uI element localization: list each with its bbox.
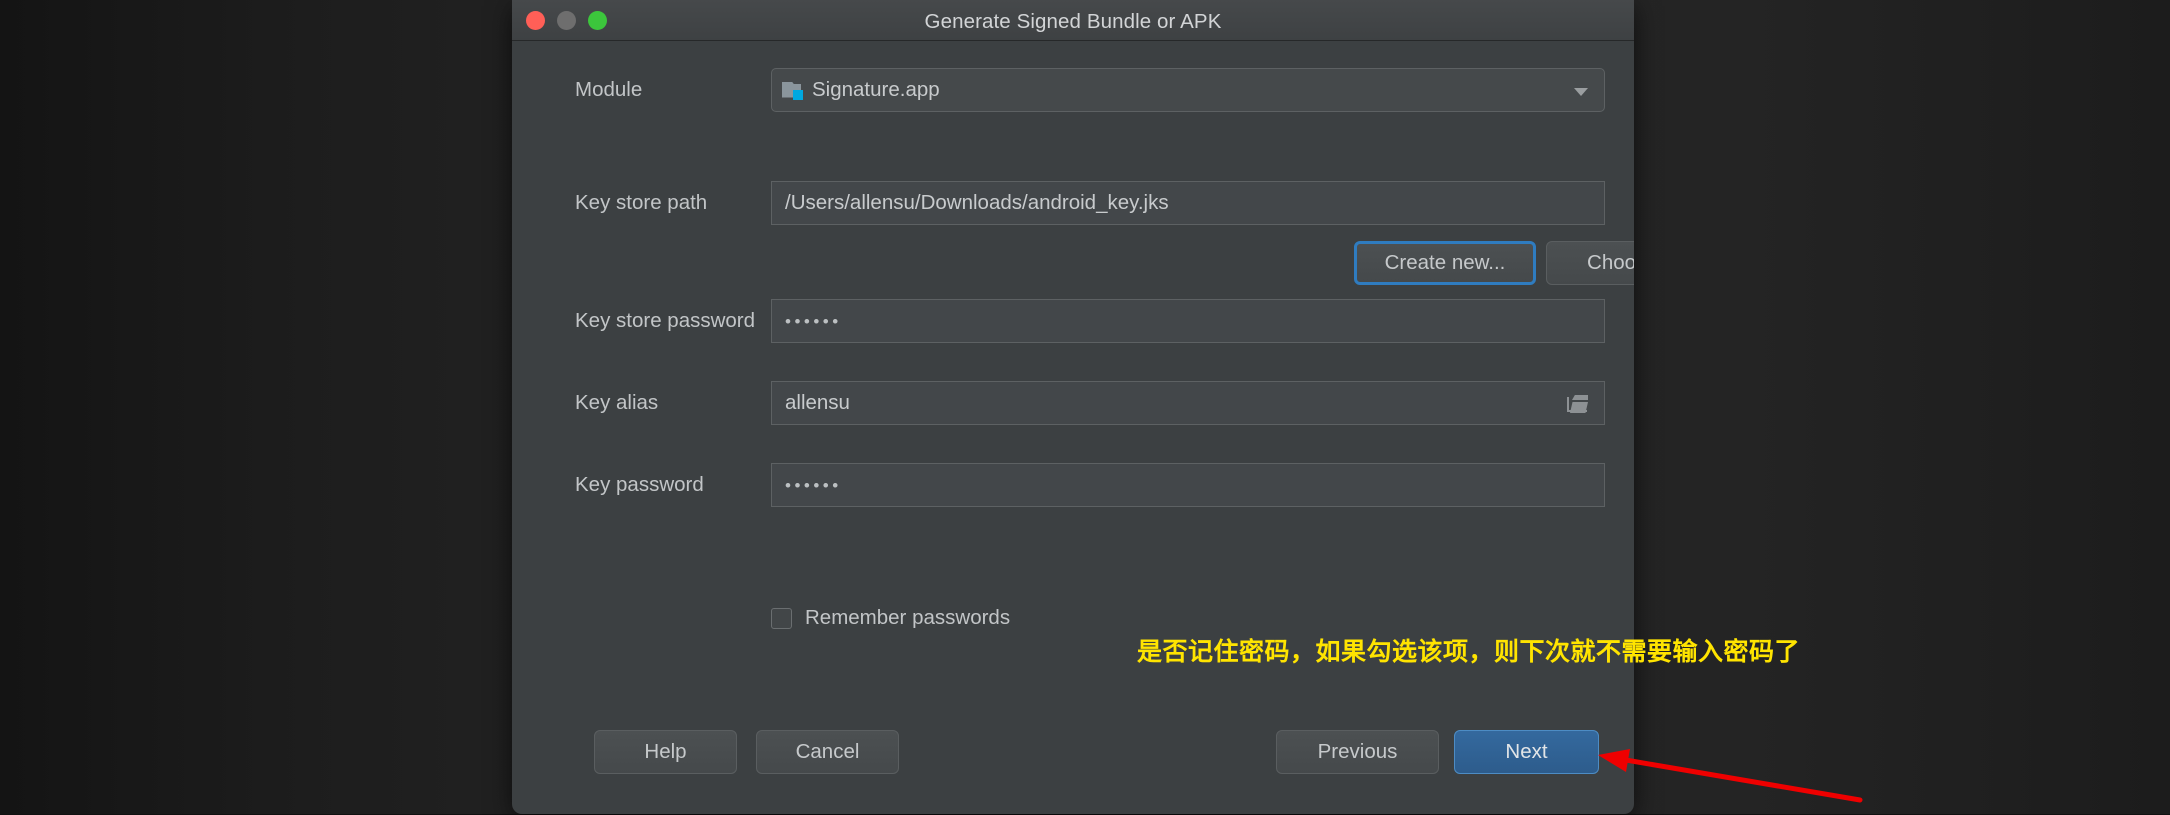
module-row: Module Signature.app — [512, 68, 1634, 112]
folder-open-icon[interactable] — [1567, 395, 1588, 413]
module-value: Signature.app — [812, 78, 940, 101]
key-store-password-value: •••••• — [785, 312, 842, 331]
help-button[interactable]: Help — [594, 730, 737, 774]
chevron-down-icon[interactable] — [1574, 88, 1588, 96]
dialog-titlebar[interactable]: Generate Signed Bundle or APK — [512, 0, 1634, 41]
key-password-label: Key password — [575, 473, 704, 496]
dialog-title: Generate Signed Bundle or APK — [924, 10, 1222, 33]
key-alias-input[interactable]: allensu — [771, 381, 1605, 425]
key-alias-value: allensu — [785, 391, 850, 414]
generate-signed-bundle-dialog: Generate Signed Bundle or APK Module Sig… — [512, 0, 1634, 814]
module-folder-icon — [782, 81, 803, 100]
key-store-password-label: Key store password — [575, 309, 756, 332]
annotation-text: 是否记住密码，如果勾选该项，则下次就不需要输入密码了 — [1137, 637, 1801, 666]
key-store-path-label: Key store path — [575, 191, 708, 214]
key-password-input[interactable]: •••••• — [771, 463, 1605, 507]
next-button[interactable]: Next — [1454, 730, 1599, 774]
key-store-password-input[interactable]: •••••• — [771, 299, 1605, 343]
choose-existing-button[interactable]: Choose existing... — [1546, 241, 1634, 285]
remember-passwords-checkbox[interactable] — [771, 607, 792, 629]
key-store-path-input[interactable]: /Users/allensu/Downloads/android_key.jks — [771, 181, 1605, 225]
key-password-row: Key password •••••• — [512, 463, 1634, 507]
remember-passwords-label: Remember passwords — [805, 606, 1011, 629]
key-alias-label: Key alias — [575, 391, 659, 414]
module-label: Module — [575, 78, 643, 101]
key-store-password-row: Key store password •••••• — [512, 299, 1634, 343]
key-password-value: •••••• — [785, 476, 842, 495]
cancel-button[interactable]: Cancel — [756, 730, 899, 774]
key-store-path-row: Key store path /Users/allensu/Downloads/… — [512, 181, 1634, 225]
previous-button[interactable]: Previous — [1276, 730, 1439, 774]
key-alias-row: Key alias allensu — [512, 381, 1634, 425]
module-combobox[interactable]: Signature.app — [771, 68, 1605, 112]
create-new-button[interactable]: Create new... — [1354, 241, 1536, 285]
keystore-actions-row: Create new... Choose existing... — [512, 241, 1634, 285]
remember-passwords-row[interactable]: Remember passwords — [771, 603, 1010, 633]
